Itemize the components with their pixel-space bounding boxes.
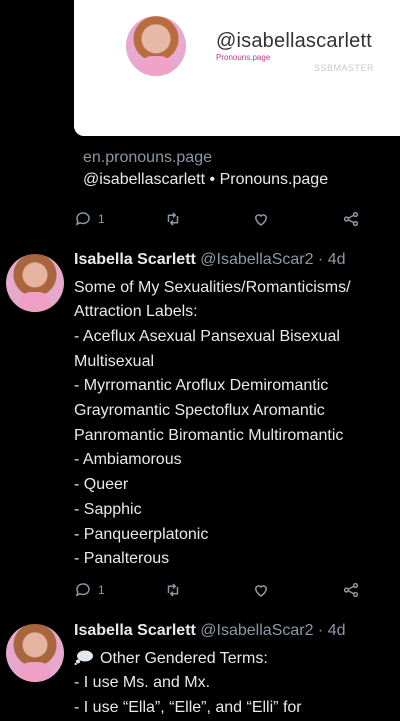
reply-count: 1 [98,583,105,597]
tweet-line: - Panqueerplatonic [74,525,209,543]
tweet-line: Some of My Sexualities/Romanticisms/ [74,278,351,296]
tweet-line: - Aceflux Asexual Pansexual Bisexual [74,327,340,345]
tweet-text: Other Gendered Terms: - I use Ms. and Mx… [74,647,400,721]
link-title: @isabellascarlett • Pronouns.page [83,171,329,188]
tweet-line: - Queer [74,476,129,494]
tweet-actions: 1 [74,208,374,230]
thought-bubble-icon [74,650,93,665]
like-icon [254,585,268,597]
share-button[interactable] [342,579,360,601]
reply-button[interactable]: 1 [74,579,105,601]
reply-button[interactable]: 1 [74,208,105,230]
tweet-line: Other Gendered Terms: [74,647,400,672]
tweet-line: Grayromantic Spectoflux Aromantic [74,402,325,420]
tweet-line: Multisexual [74,352,155,370]
tweet-line: Attraction Labels: [74,303,198,321]
link-domain: en.pronouns.page [83,149,212,166]
display-name[interactable]: Isabella Scarlett [74,251,196,268]
card-subtitle: Pronouns.page [216,53,271,62]
reply-count: 1 [98,212,105,226]
link-card-image[interactable]: @isabellascarlett Pronouns.page SSBMASTE… [74,0,400,136]
tweet-line: Panromantic Biromantic Multiromantic [74,426,344,444]
share-icon [343,211,359,227]
tweet-header: Isabella Scarlett @IsabellaScar2 · 4d [74,622,346,640]
like-button[interactable] [252,208,270,230]
tweet-line: - Ambiamorous [74,451,182,469]
tweet-line: - Sapphic [74,500,142,518]
like-icon [254,214,268,226]
handle-and-time: @IsabellaScar2 · 4d [200,251,346,268]
reply-icon [75,212,90,226]
tweet-text: Some of My Sexualities/Romanticisms/ Att… [74,276,400,572]
tweet-line-text: Other Gendered Terms: [100,649,268,667]
card-handle: @isabellascarlett [216,30,372,52]
watermark: SSBMASTER [314,63,375,73]
tweet-line: - Myrromantic Aroflux Demiromantic [74,377,329,395]
reply-icon [75,583,90,597]
tweet-header: Isabella Scarlett @IsabellaScar2 · 4d [74,251,346,269]
display-name[interactable]: Isabella Scarlett [74,622,196,639]
tweet-actions: 1 [74,579,374,601]
avatar[interactable] [6,254,64,312]
handle-and-time: @IsabellaScar2 · 4d [200,622,346,639]
retweet-icon [167,212,179,226]
tweet-line: - Panalterous [74,550,170,568]
tweet-line: - I use “Ella”, “Elle”, and “Elli” for [74,698,302,716]
retweet-button[interactable] [164,579,182,601]
card-avatar [126,16,186,76]
tweet-line: - I use Ms. and Mx. [74,674,211,692]
share-button[interactable] [342,208,360,230]
retweet-icon [167,583,179,597]
like-button[interactable] [252,579,270,601]
link-preview[interactable]: en.pronouns.page @isabellascarlett • Pro… [83,147,328,191]
avatar[interactable] [6,624,64,682]
retweet-button[interactable] [164,208,182,230]
share-icon [343,582,359,598]
